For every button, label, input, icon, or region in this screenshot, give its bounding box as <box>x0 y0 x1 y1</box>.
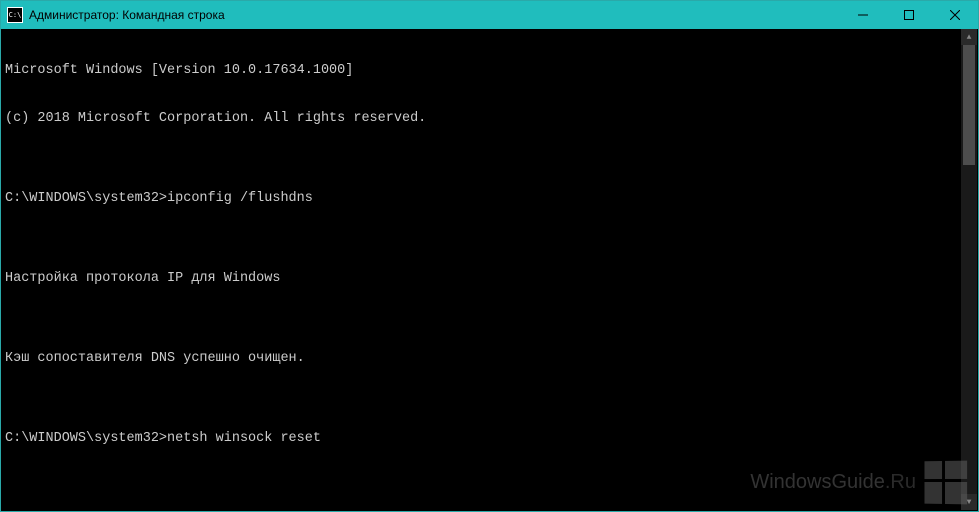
console-output[interactable]: Microsoft Windows [Version 10.0.17634.10… <box>1 29 978 511</box>
console-line: C:\WINDOWS\system32>ipconfig /flushdns <box>5 191 974 207</box>
minimize-button[interactable] <box>840 1 886 29</box>
scroll-track[interactable] <box>961 45 977 494</box>
maximize-icon <box>904 10 914 20</box>
scroll-up-button[interactable]: ▲ <box>961 29 977 45</box>
close-icon <box>950 10 960 20</box>
console-line: Кэш сопоставителя DNS успешно очищен. <box>5 351 974 367</box>
console-line: (c) 2018 Microsoft Corporation. All righ… <box>5 111 974 127</box>
command-prompt-window: C:\ Администратор: Командная строка Micr… <box>0 0 979 512</box>
scroll-down-button[interactable]: ▼ <box>961 494 977 510</box>
console-line: Microsoft Windows [Version 10.0.17634.10… <box>5 63 974 79</box>
titlebar[interactable]: C:\ Администратор: Командная строка <box>1 1 978 29</box>
scroll-thumb[interactable] <box>963 45 975 165</box>
minimize-icon <box>858 10 868 20</box>
close-button[interactable] <box>932 1 978 29</box>
vertical-scrollbar[interactable]: ▲ ▼ <box>961 29 977 510</box>
console-line: C:\WINDOWS\system32>netsh winsock reset <box>5 431 974 447</box>
console-line: Настройка протокола IP для Windows <box>5 271 974 287</box>
maximize-button[interactable] <box>886 1 932 29</box>
cmd-app-icon: C:\ <box>7 7 23 23</box>
window-title: Администратор: Командная строка <box>29 8 225 22</box>
